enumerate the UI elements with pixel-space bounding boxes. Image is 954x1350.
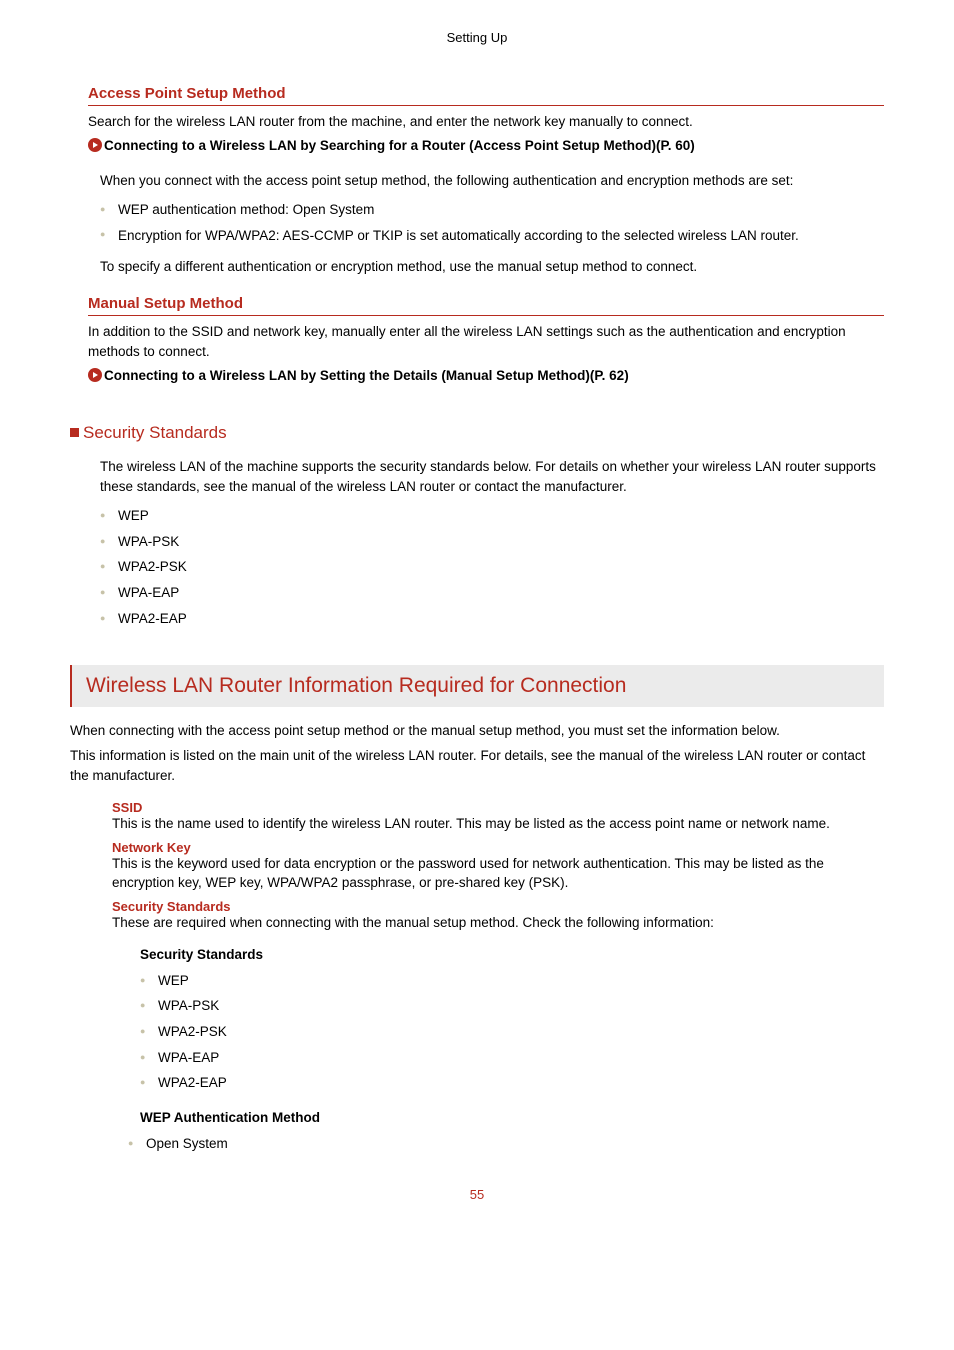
subsection-body: The wireless LAN of the machine supports… bbox=[100, 457, 884, 632]
subsection-heading: Security Standards bbox=[70, 423, 884, 443]
list-item: Encryption for WPA/WPA2: AES-CCMP or TKI… bbox=[100, 222, 884, 250]
section-heading: Access Point Setup Method bbox=[88, 85, 884, 106]
list-item: WPA-PSK bbox=[140, 993, 884, 1019]
list-item: WEP authentication method: Open System bbox=[100, 197, 884, 223]
play-icon bbox=[88, 368, 102, 382]
document-page: Setting Up Access Point Setup Method Sea… bbox=[0, 0, 954, 1242]
paragraph: When connecting with the access point se… bbox=[70, 721, 884, 741]
paragraph: Search for the wireless LAN router from … bbox=[88, 112, 884, 132]
paragraph: To specify a different authentication or… bbox=[100, 257, 884, 277]
play-icon bbox=[88, 138, 102, 152]
label-security-standards: Security Standards bbox=[140, 947, 884, 962]
term-network-key: Network Key bbox=[112, 840, 884, 855]
paragraph: When you connect with the access point s… bbox=[100, 171, 884, 191]
term-body: This is the keyword used for data encryp… bbox=[112, 855, 884, 893]
square-icon bbox=[70, 428, 79, 437]
paragraph: In addition to the SSID and network key,… bbox=[88, 322, 884, 363]
link-text: Connecting to a Wireless LAN by Searchin… bbox=[104, 138, 695, 153]
list-item: WPA2-PSK bbox=[140, 1019, 884, 1045]
list-item: WPA2-EAP bbox=[100, 606, 884, 632]
bullet-list: Open System bbox=[128, 1131, 884, 1157]
list-item: WPA2-EAP bbox=[140, 1070, 884, 1096]
section-heading: Manual Setup Method bbox=[88, 295, 884, 316]
cross-reference-link[interactable]: Connecting to a Wireless LAN by Searchin… bbox=[88, 136, 884, 156]
label-wep-auth: WEP Authentication Method bbox=[140, 1110, 884, 1125]
list-item: WEP bbox=[100, 503, 884, 529]
section-access-point: Access Point Setup Method Search for the… bbox=[88, 85, 884, 157]
page-header: Setting Up bbox=[70, 30, 884, 45]
bullet-list: WEP WPA-PSK WPA2-PSK WPA-EAP WPA2-EAP bbox=[100, 503, 884, 631]
paragraph: This information is listed on the main u… bbox=[70, 746, 884, 787]
section-banner: Wireless LAN Router Information Required… bbox=[70, 665, 884, 707]
term-body: This is the name used to identify the wi… bbox=[112, 815, 884, 834]
list-item: WPA-EAP bbox=[140, 1045, 884, 1071]
list-item: WEP bbox=[140, 968, 884, 994]
term-body: These are required when connecting with … bbox=[112, 914, 884, 933]
cross-reference-link[interactable]: Connecting to a Wireless LAN by Setting … bbox=[88, 366, 884, 386]
page-number: 55 bbox=[70, 1187, 884, 1202]
note-block: When you connect with the access point s… bbox=[100, 171, 884, 277]
list-item: WPA2-PSK bbox=[100, 554, 884, 580]
subsection-title: Security Standards bbox=[83, 423, 227, 442]
paragraph: The wireless LAN of the machine supports… bbox=[100, 457, 884, 498]
term-ssid: SSID bbox=[112, 800, 884, 815]
section-manual: Manual Setup Method In addition to the S… bbox=[88, 295, 884, 387]
bullet-list: WEP authentication method: Open System E… bbox=[100, 197, 884, 251]
list-item: Open System bbox=[128, 1131, 884, 1157]
list-item: WPA-PSK bbox=[100, 529, 884, 555]
link-text: Connecting to a Wireless LAN by Setting … bbox=[104, 368, 629, 383]
term-security-standards: Security Standards bbox=[112, 899, 884, 914]
bullet-list: WEP WPA-PSK WPA2-PSK WPA-EAP WPA2-EAP bbox=[140, 968, 884, 1096]
list-item: WPA-EAP bbox=[100, 580, 884, 606]
